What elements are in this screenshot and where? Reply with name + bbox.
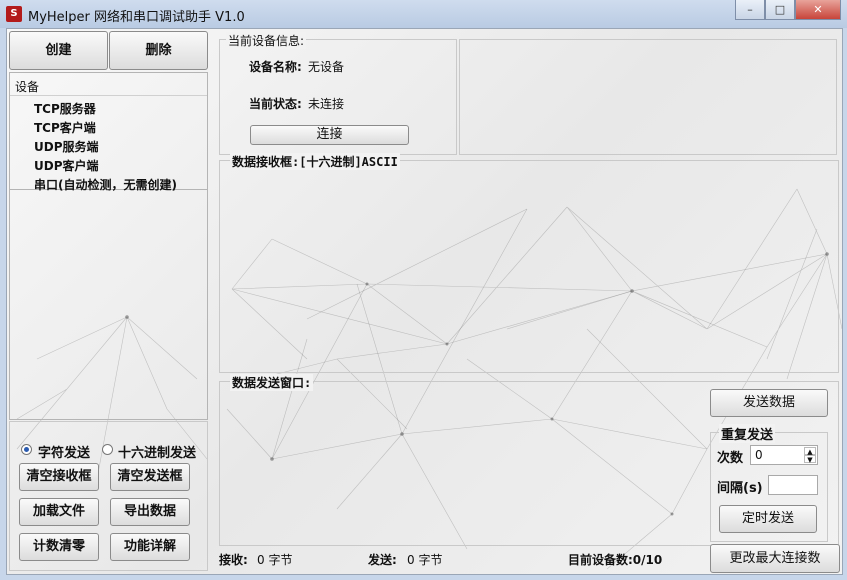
- tree-item-tcp-client[interactable]: TCP客户端: [34, 119, 96, 136]
- tree-empty-area: [9, 190, 208, 420]
- minimize-button[interactable]: –: [735, 0, 765, 20]
- device-extra-panel: [459, 39, 837, 155]
- send-count-label: 发送:: [368, 553, 397, 567]
- function-detail-button[interactable]: 功能详解: [110, 533, 190, 561]
- device-state-value: 未连接: [308, 97, 345, 111]
- spin-down-icon[interactable]: ▼: [804, 455, 816, 464]
- tree-header: 设备: [15, 80, 40, 94]
- title-bar[interactable]: S MyHelper 网络和串口调试助手 V1.0 – □ ✕: [0, 0, 847, 28]
- count-value: 0: [755, 448, 763, 462]
- clear-recv-button[interactable]: 清空接收框: [19, 463, 99, 491]
- export-data-button[interactable]: 导出数据: [110, 498, 190, 526]
- count-spinbox[interactable]: 0 ▲ ▼: [750, 445, 818, 465]
- send-data-button[interactable]: 发送数据: [710, 389, 828, 417]
- client-area: 创建 删除 设备 TCP服务器 TCP客户端 UDP服务端 UDP客户端 串口(…: [6, 28, 843, 575]
- radio-hex-send[interactable]: [102, 444, 113, 455]
- repeat-send-title: 重复发送: [719, 424, 776, 443]
- device-state-label: 当前状态:: [249, 97, 302, 111]
- device-name-label: 设备名称:: [249, 60, 302, 74]
- send-options-group: 字符发送 十六进制发送 清空接收框 清空发送框 加载文件 导出数据 计数清零 功…: [9, 421, 208, 571]
- send-count-value: 0 字节: [407, 553, 443, 567]
- app-window: S MyHelper 网络和串口调试助手 V1.0 – □ ✕ 创建 删除 设备…: [0, 0, 847, 580]
- recv-count-label: 接收:: [219, 553, 248, 567]
- radio-hex-label: 十六进制发送: [118, 446, 197, 461]
- maximize-button[interactable]: □: [765, 0, 795, 20]
- radio-char-send[interactable]: [21, 444, 32, 455]
- connect-button[interactable]: 连接: [250, 125, 409, 145]
- app-logo-icon: S: [6, 6, 22, 22]
- receive-group[interactable]: [219, 160, 839, 373]
- interval-input[interactable]: [768, 475, 818, 495]
- tree-item-udp-server[interactable]: UDP服务端: [34, 138, 99, 155]
- timed-send-button[interactable]: 定时发送: [719, 505, 817, 533]
- device-name-value: 无设备: [308, 60, 345, 74]
- device-tree[interactable]: 设备 TCP服务器 TCP客户端 UDP服务端 UDP客户端 串口(自动检测，无…: [9, 72, 208, 192]
- interval-label: 间隔(s): [717, 481, 763, 496]
- tree-item-udp-client[interactable]: UDP客户端: [34, 157, 99, 174]
- close-button[interactable]: ✕: [795, 0, 841, 20]
- device-count: 目前设备数:0/10: [568, 553, 663, 567]
- delete-button[interactable]: 删除: [109, 31, 208, 70]
- reset-count-button[interactable]: 计数清零: [19, 533, 99, 561]
- receive-title: 数据接收框:[十六进制]ASCII: [230, 153, 400, 170]
- send-title: 数据发送窗口:: [230, 374, 314, 391]
- count-label: 次数: [717, 451, 744, 466]
- spin-up-icon[interactable]: ▲: [804, 447, 816, 456]
- load-file-button[interactable]: 加载文件: [19, 498, 99, 526]
- radio-char-label: 字符发送: [38, 446, 91, 461]
- recv-count-value: 0 字节: [257, 553, 293, 567]
- window-title: MyHelper 网络和串口调试助手 V1.0: [28, 10, 245, 25]
- clear-send-button[interactable]: 清空发送框: [110, 463, 190, 491]
- change-max-connections-button[interactable]: 更改最大连接数: [710, 544, 840, 573]
- tree-item-tcp-server[interactable]: TCP服务器: [34, 100, 96, 117]
- create-button[interactable]: 创建: [9, 31, 108, 70]
- device-info-title: 当前设备信息:: [226, 32, 307, 49]
